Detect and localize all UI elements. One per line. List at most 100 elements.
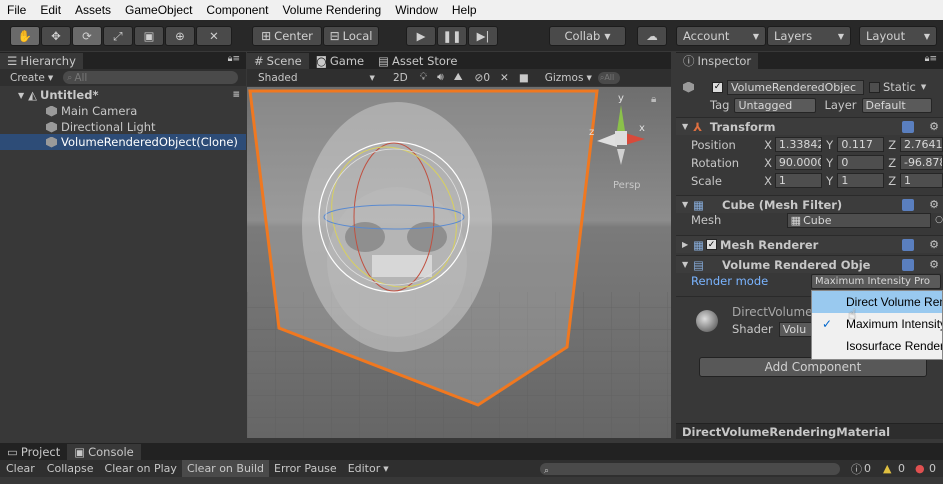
menu-gameobject[interactable]: GameObject <box>118 3 199 17</box>
tab-project[interactable]: ▭ Project <box>0 444 67 460</box>
lock-icon[interactable]: 🔒︎≡ <box>228 54 240 64</box>
option-isosurface[interactable]: Isosurface Renderin <box>812 335 942 357</box>
volume-rendered-header[interactable]: ▼ ▤ Volume Rendered Obje ⚙ <box>676 255 943 273</box>
menu-assets[interactable]: Assets <box>68 3 118 17</box>
shading-dropdown[interactable]: Shaded <box>258 72 298 84</box>
layout-dropdown[interactable]: Layout ▼ <box>859 26 937 46</box>
menu-component[interactable]: Component <box>199 3 275 17</box>
tab-console[interactable]: ▣ Console <box>67 444 141 460</box>
rotation-x-input[interactable]: 90.0000 <box>774 155 822 170</box>
transform-header[interactable]: ▼ ⅄ Transform ⚙ <box>676 117 943 135</box>
collapse-arrow-icon[interactable]: ▶ <box>682 240 688 249</box>
help-icon[interactable] <box>902 198 914 211</box>
scale-y-input[interactable]: 1 <box>837 173 885 188</box>
move-tool-button[interactable]: ✥ <box>41 26 71 46</box>
lock-icon[interactable]: 🔒︎ <box>651 94 656 105</box>
scale-z-input[interactable]: 1 <box>899 173 943 188</box>
effects-icon[interactable]: ⛰ <box>454 71 463 84</box>
scene-root-row[interactable]: ▼ ◭ Untitled* ≡ <box>0 87 246 103</box>
gear-icon[interactable]: ⚙ <box>929 258 939 271</box>
warning-icon[interactable]: ▲ <box>883 462 891 475</box>
perspective-label[interactable]: Persp <box>613 180 641 191</box>
transform-tool-button[interactable]: ⊕ <box>165 26 195 46</box>
hidden-icon[interactable]: ⊘0 <box>475 72 490 84</box>
lock-icon[interactable]: 🔒︎≡ <box>925 54 937 64</box>
tab-inspector[interactable]: ⓘ Inspector <box>676 53 759 69</box>
tab-asset-store[interactable]: ▤ Asset Store <box>371 53 464 69</box>
layers-dropdown[interactable]: Layers ▼ <box>767 26 851 46</box>
hierarchy-item-volume-object[interactable]: VolumeRenderedObject(Clone) <box>0 134 246 150</box>
mesh-renderer-header[interactable]: ▶ ▦ ✓ Mesh Renderer ⚙ <box>676 235 943 253</box>
layer-dropdown[interactable]: Default <box>861 97 932 113</box>
cloud-button[interactable]: ☁ <box>637 26 667 46</box>
add-component-button[interactable]: Add Component <box>699 357 927 377</box>
option-direct-volume[interactable]: Direct Volume Rend <box>812 291 942 313</box>
console-search-input[interactable]: ⌕ <box>540 462 840 476</box>
hierarchy-item-directional-light[interactable]: Directional Light <box>0 119 246 135</box>
clear-on-play-button[interactable]: Clear on Play <box>100 462 182 475</box>
gear-icon[interactable]: ⚙ <box>929 198 939 211</box>
active-checkbox[interactable]: ✓ <box>712 81 723 93</box>
menu-icon[interactable]: ≡ <box>232 90 240 100</box>
info-count-icon[interactable]: ⓘ <box>851 461 862 477</box>
gizmos-dropdown[interactable]: Gizmos <box>545 72 584 84</box>
rect-tool-button[interactable]: ▣ <box>134 26 164 46</box>
error-icon[interactable]: ● <box>915 462 925 475</box>
help-icon[interactable] <box>902 238 914 251</box>
scene-search-input[interactable]: ⌕ All <box>597 71 620 84</box>
rotation-y-input[interactable]: 0 <box>837 155 885 170</box>
camera-icon[interactable]: ■ <box>519 72 529 84</box>
clear-on-build-button[interactable]: Clear on Build <box>181 460 270 477</box>
rotate-tool-button[interactable]: ⟳ <box>72 26 102 46</box>
error-pause-button[interactable]: Error Pause <box>269 462 342 475</box>
help-icon[interactable] <box>902 258 914 271</box>
expand-arrow-icon[interactable]: ▼ <box>682 122 688 131</box>
mesh-value[interactable]: Cube <box>803 214 831 227</box>
light-icon[interactable]: 💡︎ <box>420 71 427 84</box>
axis-gizmo[interactable]: y x z <box>589 93 653 175</box>
scene-viewport[interactable]: y x z Persp 🔒︎ <box>247 87 671 438</box>
menu-edit[interactable]: Edit <box>33 3 68 17</box>
object-picker-icon[interactable]: ○ <box>935 215 943 225</box>
tag-dropdown[interactable]: Untagged <box>734 97 817 113</box>
create-button[interactable]: Create <box>10 72 45 84</box>
pivot-center-button[interactable]: ⊞ Center <box>252 26 322 46</box>
clear-button[interactable]: Clear <box>0 462 41 475</box>
expand-arrow-icon[interactable]: ▼ <box>682 260 688 269</box>
pivot-local-button[interactable]: ⊟ Local <box>323 26 379 46</box>
rotation-z-input[interactable]: -96.878 <box>899 155 943 170</box>
custom-tool-button[interactable]: ✕ <box>196 26 232 46</box>
tools-icon[interactable]: ✕ <box>500 72 509 84</box>
menu-volume-rendering[interactable]: Volume Rendering <box>275 3 388 17</box>
menu-help[interactable]: Help <box>445 3 484 17</box>
play-button[interactable]: ▶ <box>406 26 436 46</box>
static-checkbox[interactable] <box>869 81 880 93</box>
tab-hierarchy[interactable]: ☰ Hierarchy <box>0 53 83 69</box>
object-name-input[interactable]: VolumeRenderedObjec <box>727 79 864 95</box>
help-icon[interactable] <box>902 120 914 133</box>
scale-x-input[interactable]: 1 <box>774 173 822 188</box>
mesh-renderer-checkbox[interactable]: ✓ <box>706 239 718 250</box>
position-x-input[interactable]: 1.33842 <box>774 137 822 152</box>
tab-game[interactable]: ◙ Game <box>309 53 371 69</box>
expand-arrow-icon[interactable]: ▼ <box>18 91 24 100</box>
mode-2d-button[interactable]: 2D <box>393 72 408 84</box>
pause-button[interactable]: ❚❚ <box>437 26 467 46</box>
tab-scene[interactable]: # Scene <box>247 53 309 69</box>
step-button[interactable]: ▶| <box>468 26 498 46</box>
option-maximum-intensity[interactable]: ✓ Maximum Intensity <box>812 313 942 335</box>
scale-tool-button[interactable]: ⤢ <box>103 26 133 46</box>
chevron-down-icon[interactable]: ▼ <box>921 83 926 91</box>
gear-icon[interactable]: ⚙ <box>929 238 939 251</box>
position-z-input[interactable]: 2.76412 <box>899 137 943 152</box>
audio-icon[interactable]: 🔊︎ <box>437 71 444 84</box>
hierarchy-item-main-camera[interactable]: Main Camera <box>0 103 246 119</box>
collab-button[interactable]: Collab ▼ <box>549 26 626 46</box>
menu-window[interactable]: Window <box>388 3 445 17</box>
render-mode-dropdown[interactable]: Maximum Intensity Pro <box>811 273 941 289</box>
editor-dropdown[interactable]: Editor <box>342 462 384 475</box>
account-dropdown[interactable]: Account ▼ <box>676 26 766 46</box>
hand-tool-button[interactable]: ✋ <box>10 26 40 46</box>
mesh-filter-header[interactable]: ▼ ▦ Cube (Mesh Filter) ⚙ <box>676 195 943 213</box>
collapse-button[interactable]: Collapse <box>41 462 100 475</box>
